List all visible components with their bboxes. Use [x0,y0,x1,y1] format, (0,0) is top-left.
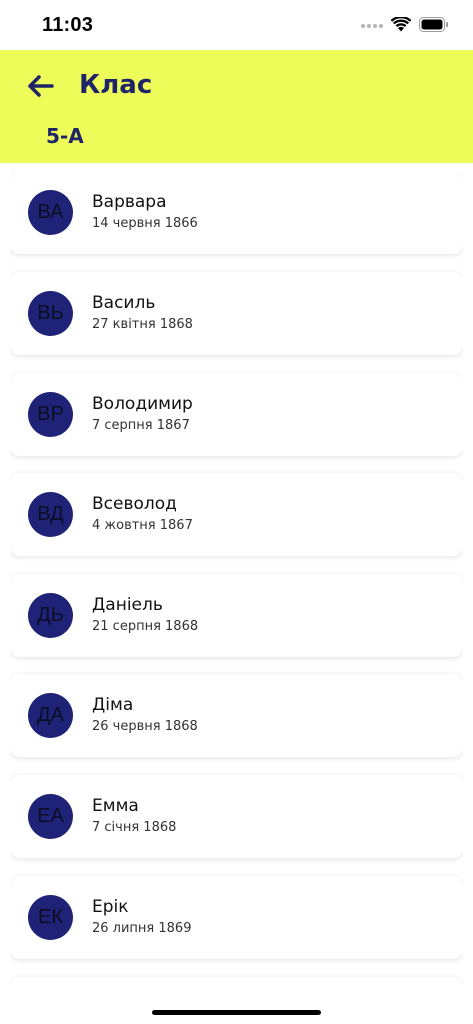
avatar: ВЬ [28,291,73,336]
student-card[interactable]: ЕК Ерік 26 липня 1869 [10,876,463,959]
avatar-initials: ДА [37,704,64,726]
student-name: Емма [92,796,139,816]
status-time: 11:03 [42,14,94,36]
student-card[interactable]: ЕА Емма 7 січня 1868 [10,775,463,858]
cellular-signal-icon [361,24,383,28]
page-title: Клас [79,70,153,100]
student-list: ВА Варвара 14 червня 1866 ВЬ Василь 27 к… [10,171,463,986]
avatar-initials: ДЬ [37,604,64,626]
avatar: ДЬ [28,593,73,638]
wifi-icon [390,15,412,36]
student-card[interactable]: ВД Всеволод 4 жовтня 1867 [10,473,463,556]
student-name: Володимир [92,394,193,414]
avatar: ДА [28,693,73,738]
student-name: Ерік [92,897,129,917]
avatar-initials: ЕА [37,805,64,827]
back-button[interactable] [20,70,60,106]
student-name: Діма [92,695,134,715]
student-birthdate: 7 серпня 1867 [92,418,190,433]
student-card[interactable]: ДА Діма 26 червня 1868 [10,674,463,757]
student-card[interactable]: ВА Варвара 14 червня 1866 [10,171,463,254]
avatar-initials: ВД [37,503,64,525]
student-birthdate: 26 червня 1868 [92,719,198,734]
student-birthdate: 26 липня 1869 [92,921,192,936]
student-birthdate: 21 серпня 1868 [92,619,199,634]
avatar-initials: ВЬ [37,302,64,324]
student-card-partial[interactable] [10,977,463,986]
student-card[interactable]: ДЬ Даніель 21 серпня 1868 [10,574,463,657]
student-birthdate: 27 квітня 1868 [92,317,193,332]
avatar: ЕК [28,895,73,940]
status-icons [361,15,449,36]
app-bar: Клас 5-А [0,50,473,163]
arrow-left-icon [26,74,54,102]
battery-icon [419,16,449,36]
avatar-initials: ЕК [38,906,63,928]
home-indicator[interactable] [152,1010,321,1015]
student-card[interactable]: ВР Володимир 7 серпня 1867 [10,373,463,456]
student-birthdate: 7 січня 1868 [92,820,177,835]
status-bar: 11:03 [0,0,473,50]
avatar: ВР [28,392,73,437]
student-name: Всеволод [92,494,177,514]
avatar-initials: ВР [37,403,64,425]
student-birthdate: 4 жовтня 1867 [92,518,193,533]
student-name: Варвара [92,192,167,212]
class-name: 5-А [46,124,84,148]
avatar: ВД [28,492,73,537]
avatar-initials: ВА [37,201,64,223]
avatar: ВА [28,190,73,235]
student-birthdate: 14 червня 1866 [92,216,198,231]
student-name: Даніель [92,595,163,615]
student-name: Василь [92,293,156,313]
student-card[interactable]: ВЬ Василь 27 квітня 1868 [10,272,463,355]
avatar: ЕА [28,794,73,839]
